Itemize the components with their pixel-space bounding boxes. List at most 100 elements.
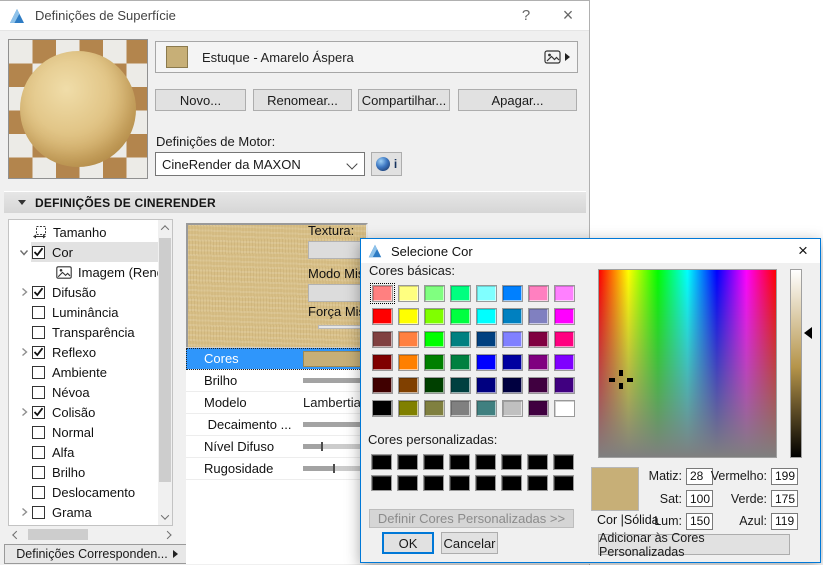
- luminance-arrow-icon[interactable]: [804, 327, 812, 339]
- horizontal-scroll-thumb[interactable]: [28, 529, 88, 540]
- basic-color-swatch[interactable]: [398, 400, 419, 417]
- matching-settings-button[interactable]: Definições Corresponden...: [4, 544, 190, 564]
- custom-color-swatch[interactable]: [501, 475, 522, 491]
- custom-color-swatch[interactable]: [501, 454, 522, 470]
- slider-thumb[interactable]: [333, 464, 335, 473]
- basic-color-swatch[interactable]: [450, 354, 471, 371]
- basic-color-swatch[interactable]: [528, 400, 549, 417]
- custom-color-swatch[interactable]: [397, 475, 418, 491]
- hue-saturation-field[interactable]: [598, 269, 777, 458]
- channel-checkbox[interactable]: [32, 245, 45, 259]
- basic-color-swatch[interactable]: [554, 308, 575, 325]
- help-button[interactable]: ?: [505, 1, 547, 31]
- tree-item-brilho[interactable]: Brilho: [9, 462, 159, 482]
- basic-color-swatch[interactable]: [554, 377, 575, 394]
- basic-color-swatch[interactable]: [450, 285, 471, 302]
- custom-color-swatch[interactable]: [553, 454, 574, 470]
- basic-color-swatch[interactable]: [398, 331, 419, 348]
- custom-color-swatch[interactable]: [475, 454, 496, 470]
- field-input[interactable]: [771, 467, 798, 485]
- tree-expander-icon[interactable]: [17, 287, 31, 297]
- basic-color-swatch[interactable]: [398, 377, 419, 394]
- custom-color-swatch[interactable]: [371, 475, 392, 491]
- custom-color-swatch[interactable]: [449, 475, 470, 491]
- basic-color-swatch[interactable]: [502, 354, 523, 371]
- custom-color-swatch[interactable]: [423, 475, 444, 491]
- custom-color-swatch[interactable]: [527, 475, 548, 491]
- channel-checkbox[interactable]: [32, 465, 45, 479]
- blend-strength-slider[interactable]: [318, 325, 364, 329]
- basic-color-swatch[interactable]: [528, 377, 549, 394]
- add-to-custom-colors-button[interactable]: Adicionar às Cores Personalizadas: [598, 531, 790, 559]
- close-button[interactable]: ×: [547, 1, 589, 31]
- tree-item-n-voa[interactable]: Névoa: [9, 382, 159, 402]
- custom-color-swatch[interactable]: [397, 454, 418, 470]
- basic-color-swatch[interactable]: [554, 354, 575, 371]
- field-input[interactable]: [771, 490, 798, 507]
- channel-checkbox[interactable]: [32, 345, 45, 359]
- basic-color-swatch[interactable]: [372, 377, 393, 394]
- cinerender-section-header[interactable]: DEFINIÇÕES DE CINERENDER: [4, 191, 586, 213]
- channel-checkbox[interactable]: [32, 285, 45, 299]
- rename-button[interactable]: Renomear...: [253, 89, 352, 111]
- cinerender-info-button[interactable]: i: [371, 152, 402, 176]
- basic-color-swatch[interactable]: [476, 377, 497, 394]
- basic-color-swatch[interactable]: [528, 285, 549, 302]
- tree-item-reflexo[interactable]: Reflexo: [9, 342, 159, 362]
- basic-color-swatch[interactable]: [372, 400, 393, 417]
- channel-checkbox[interactable]: [32, 365, 45, 379]
- basic-color-swatch[interactable]: [476, 308, 497, 325]
- basic-color-swatch[interactable]: [424, 400, 445, 417]
- basic-color-swatch[interactable]: [502, 400, 523, 417]
- slider-thumb[interactable]: [320, 442, 323, 451]
- basic-color-swatch[interactable]: [554, 400, 575, 417]
- tree-expander-icon[interactable]: [17, 407, 31, 417]
- tree-vertical-scrollbar[interactable]: [158, 220, 172, 525]
- cancel-button[interactable]: Cancelar: [441, 532, 498, 554]
- dialog-close-button[interactable]: ×: [786, 239, 820, 263]
- field-input[interactable]: [771, 512, 798, 530]
- channel-checkbox[interactable]: [32, 325, 45, 339]
- custom-color-swatch[interactable]: [449, 454, 470, 470]
- share-button[interactable]: Compartilhar...: [358, 89, 450, 111]
- custom-color-swatch[interactable]: [553, 475, 574, 491]
- basic-color-swatch[interactable]: [502, 308, 523, 325]
- material-selector[interactable]: Estuque - Amarelo Áspera: [155, 41, 578, 73]
- basic-color-swatch[interactable]: [424, 377, 445, 394]
- basic-color-swatch[interactable]: [424, 308, 445, 325]
- tree-expander-icon[interactable]: [17, 507, 31, 517]
- basic-color-swatch[interactable]: [424, 285, 445, 302]
- tree-item-normal[interactable]: Normal: [9, 422, 159, 442]
- tree-item-lumin-ncia[interactable]: Luminância: [9, 302, 159, 322]
- channel-checkbox[interactable]: [32, 445, 45, 459]
- tree-horizontal-scrollbar[interactable]: [8, 528, 173, 541]
- custom-color-swatch[interactable]: [475, 475, 496, 491]
- basic-color-swatch[interactable]: [424, 331, 445, 348]
- tree-item-colis-o[interactable]: Colisão: [9, 402, 159, 422]
- delete-button[interactable]: Apagar...: [458, 89, 577, 111]
- luminance-bar[interactable]: [790, 269, 802, 458]
- basic-color-swatch[interactable]: [398, 285, 419, 302]
- basic-color-swatch[interactable]: [398, 308, 419, 325]
- basic-color-swatch[interactable]: [502, 331, 523, 348]
- tree-item-transpar-ncia[interactable]: Transparência: [9, 322, 159, 342]
- basic-color-swatch[interactable]: [372, 354, 393, 371]
- scroll-right-icon[interactable]: [159, 528, 173, 541]
- basic-color-swatch[interactable]: [502, 285, 523, 302]
- tree-expander-icon[interactable]: [17, 347, 31, 357]
- basic-color-swatch[interactable]: [424, 354, 445, 371]
- basic-color-swatch[interactable]: [476, 354, 497, 371]
- tree-item-cor[interactable]: Cor: [9, 242, 159, 262]
- basic-color-swatch[interactable]: [476, 331, 497, 348]
- tree-item-deslocamento[interactable]: Deslocamento: [9, 482, 159, 502]
- custom-color-swatch[interactable]: [527, 454, 548, 470]
- basic-color-swatch[interactable]: [372, 331, 393, 348]
- scroll-left-icon[interactable]: [8, 528, 22, 541]
- custom-color-swatch[interactable]: [371, 454, 392, 470]
- basic-color-swatch[interactable]: [476, 285, 497, 302]
- basic-color-swatch[interactable]: [528, 308, 549, 325]
- tree-expander-icon[interactable]: [17, 248, 31, 257]
- basic-color-swatch[interactable]: [554, 331, 575, 348]
- basic-color-swatch[interactable]: [372, 308, 393, 325]
- tree-item-alfa[interactable]: Alfa: [9, 442, 159, 462]
